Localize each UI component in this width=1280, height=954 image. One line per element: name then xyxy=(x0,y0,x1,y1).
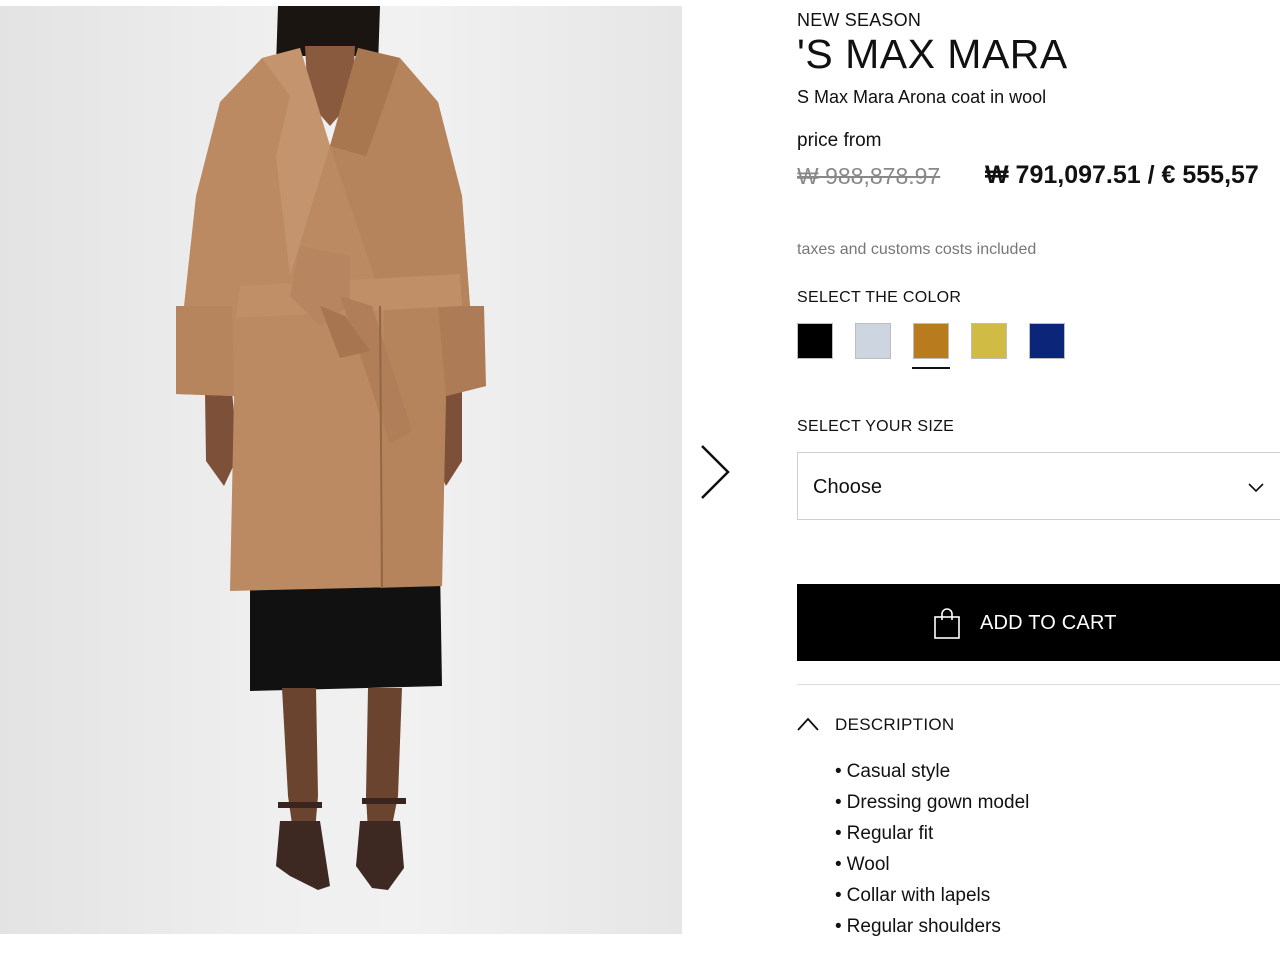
sale-price: ₩ 791,097.51 / € 555,57 xyxy=(985,161,1259,189)
price-from-label: price from xyxy=(797,130,882,151)
shopping-bag-icon xyxy=(934,608,960,639)
brand-name[interactable]: 'S MAX MARA xyxy=(797,31,1068,78)
add-to-cart-button[interactable]: ADD TO CART xyxy=(797,584,1280,661)
chevron-right-icon xyxy=(701,445,730,499)
color-swatch-navy[interactable] xyxy=(1029,323,1065,359)
add-to-cart-label: ADD TO CART xyxy=(980,612,1117,634)
list-item: Collar with lapels xyxy=(835,884,1029,915)
list-item: Regular shoulders xyxy=(835,915,1029,946)
list-item: Casual style xyxy=(835,760,1029,791)
original-price: ₩ 988,878.97 xyxy=(797,163,941,189)
tax-note: taxes and customs costs included xyxy=(797,241,1037,258)
color-swatch-camel[interactable] xyxy=(913,323,949,359)
new-season-badge: NEW SEASON xyxy=(797,10,922,30)
size-dropdown[interactable]: Choose xyxy=(797,452,1280,520)
description-label: DESCRIPTION xyxy=(835,715,955,734)
list-item: Wool xyxy=(835,853,1029,884)
color-swatch-mustard[interactable] xyxy=(971,323,1007,359)
chevron-up-icon xyxy=(797,717,819,731)
size-selector-label: SELECT YOUR SIZE xyxy=(797,418,955,435)
product-title: S Max Mara Arona coat in wool xyxy=(797,87,1047,107)
list-item: Dressing gown model xyxy=(835,791,1030,822)
size-dropdown-value: Choose xyxy=(813,476,882,498)
description-toggle[interactable]: DESCRIPTION xyxy=(797,712,1097,738)
product-image xyxy=(0,6,682,934)
description-list: Casual style Dressing gown model Regular… xyxy=(835,760,1030,946)
next-image-button[interactable] xyxy=(694,442,734,502)
color-swatch-light-blue[interactable] xyxy=(855,323,891,359)
chevron-down-icon xyxy=(1248,483,1264,493)
divider xyxy=(797,684,1280,685)
color-selector-label: SELECT THE COLOR xyxy=(797,289,962,306)
color-swatch-black[interactable] xyxy=(797,323,833,359)
list-item: Regular fit xyxy=(835,822,1029,853)
selected-color-indicator xyxy=(912,367,950,369)
